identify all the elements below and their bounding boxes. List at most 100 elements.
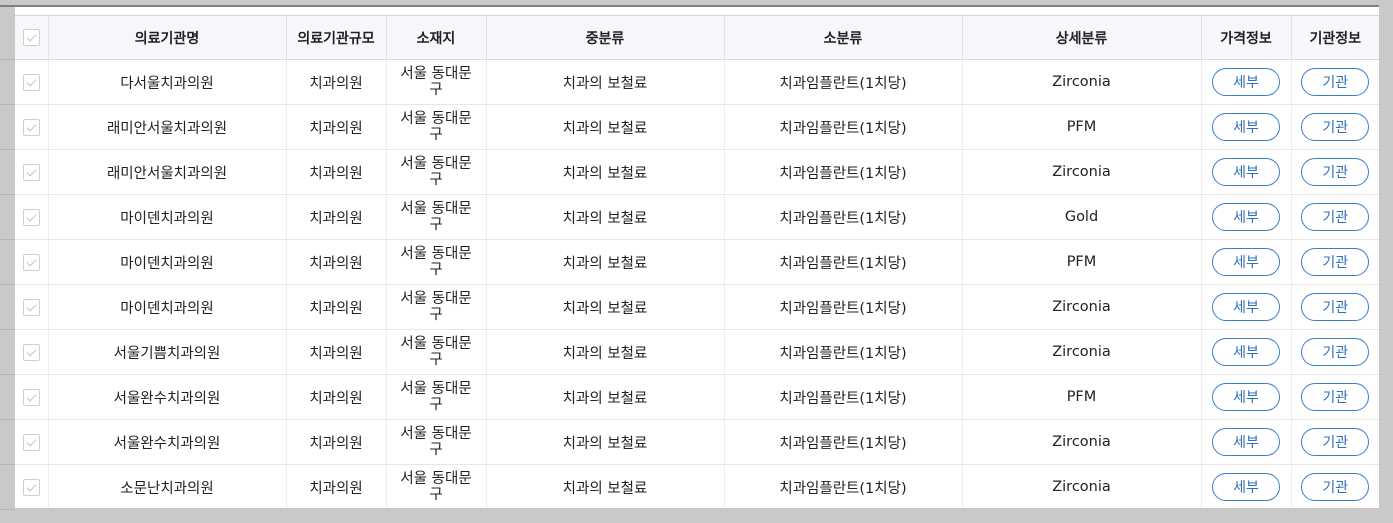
institution-info-button[interactable]: 기관 <box>1301 383 1370 411</box>
row-checkbox[interactable] <box>22 433 40 451</box>
institution-scale: 치과의원 <box>286 284 387 330</box>
table-row[interactable]: 래미안서울치과의원 치과의원 서울 동대문구 치과의 보철료 치과임플란트(1치당) PF… <box>15 104 1379 150</box>
row-select-cell[interactable] <box>15 104 49 150</box>
price-info-cell: 세부 <box>1201 149 1292 195</box>
row-checkbox[interactable] <box>22 208 40 226</box>
detail-category: Zirconia <box>962 419 1202 465</box>
row-select-cell[interactable] <box>15 59 49 105</box>
header-middle-category[interactable]: 중분류 <box>486 16 725 60</box>
row-checkbox[interactable] <box>22 478 40 496</box>
price-detail-button[interactable]: 세부 <box>1212 203 1280 231</box>
sub-category: 치과임플란트(1치당) <box>724 419 963 465</box>
header-select-all[interactable] <box>15 16 49 60</box>
row-select-cell[interactable] <box>15 239 49 285</box>
institution-scale: 치과의원 <box>286 194 387 240</box>
row-checkbox[interactable] <box>22 73 40 91</box>
location-cell: 서울 동대문구 <box>386 149 487 195</box>
gutter-separator <box>0 419 15 420</box>
institution-scale: 치과의원 <box>286 59 387 105</box>
sub-category: 치과임플란트(1치당) <box>724 104 963 150</box>
institution-name: 서울기쁨치과의원 <box>48 329 287 375</box>
price-detail-button[interactable]: 세부 <box>1212 68 1280 96</box>
table-row[interactable]: 마이덴치과의원 치과의원 서울 동대문구 치과의 보철료 치과임플란트(1치당) Zirc… <box>15 284 1379 330</box>
middle-category: 치과의 보철료 <box>486 104 725 150</box>
row-checkbox[interactable] <box>22 118 40 136</box>
institution-scale: 치과의원 <box>286 104 387 150</box>
institution-info-button[interactable]: 기관 <box>1301 248 1370 276</box>
header-sub-category[interactable]: 소분류 <box>724 16 963 60</box>
price-detail-button[interactable]: 세부 <box>1212 383 1280 411</box>
select-all-checkbox[interactable] <box>22 29 40 46</box>
row-select-cell[interactable] <box>15 419 49 465</box>
institution-info-cell: 기관 <box>1291 329 1379 375</box>
institution-info-button[interactable]: 기관 <box>1301 113 1370 141</box>
table-row[interactable]: 마이덴치과의원 치과의원 서울 동대문구 치과의 보철료 치과임플란트(1치당) Gold… <box>15 194 1379 240</box>
price-detail-button[interactable]: 세부 <box>1212 158 1280 186</box>
detail-category: Zirconia <box>962 149 1202 195</box>
row-checkbox[interactable] <box>22 298 40 316</box>
row-select-cell[interactable] <box>15 329 49 375</box>
institution-info-cell: 기관 <box>1291 194 1379 240</box>
institution-info-cell: 기관 <box>1291 419 1379 465</box>
price-detail-button[interactable]: 세부 <box>1212 248 1280 276</box>
table-row[interactable]: 서울완수치과의원 치과의원 서울 동대문구 치과의 보철료 치과임플란트(1치당) Zir… <box>15 419 1379 465</box>
table-row[interactable]: 래미안서울치과의원 치과의원 서울 동대문구 치과의 보철료 치과임플란트(1치당) Zi… <box>15 149 1379 195</box>
gutter-separator <box>0 374 15 375</box>
institution-name: 마이덴치과의원 <box>48 284 287 330</box>
row-select-cell[interactable] <box>15 464 49 508</box>
results-table: 의료기관명 의료기관규모 소재지 중분류 소분류 상세분류 가격정보 기관정보 … <box>15 16 1379 508</box>
institution-info-button[interactable]: 기관 <box>1301 68 1370 96</box>
institution-info-button[interactable]: 기관 <box>1301 158 1370 186</box>
institution-name: 래미안서울치과의원 <box>48 149 287 195</box>
row-checkbox[interactable] <box>22 388 40 406</box>
price-info-cell: 세부 <box>1201 329 1292 375</box>
location: 서울 동대문구 <box>400 111 472 143</box>
header-location[interactable]: 소재지 <box>386 16 487 60</box>
sub-category: 치과임플란트(1치당) <box>724 374 963 420</box>
institution-info-button[interactable]: 기관 <box>1301 338 1370 366</box>
institution-info-button[interactable]: 기관 <box>1301 428 1370 456</box>
detail-category: Zirconia <box>962 464 1202 508</box>
price-detail-button[interactable]: 세부 <box>1212 338 1280 366</box>
table-row[interactable]: 소문난치과의원 치과의원 서울 동대문구 치과의 보철료 치과임플란트(1치당) Zirc… <box>15 464 1379 508</box>
sub-category: 치과임플란트(1치당) <box>724 239 963 285</box>
row-select-cell[interactable] <box>15 149 49 195</box>
price-detail-button[interactable]: 세부 <box>1212 473 1280 501</box>
header-institution-name[interactable]: 의료기관명 <box>48 16 287 60</box>
table-row[interactable]: 서울완수치과의원 치과의원 서울 동대문구 치과의 보철료 치과임플란트(1치당) PFM… <box>15 374 1379 420</box>
row-select-cell[interactable] <box>15 284 49 330</box>
row-checkbox[interactable] <box>22 163 40 181</box>
table-row[interactable]: 서울기쁨치과의원 치과의원 서울 동대문구 치과의 보철료 치과임플란트(1치당) Zir… <box>15 329 1379 375</box>
location: 서울 동대문구 <box>400 156 472 188</box>
row-select-cell[interactable] <box>15 194 49 240</box>
middle-category: 치과의 보철료 <box>486 329 725 375</box>
header-institution-scale[interactable]: 의료기관규모 <box>286 16 387 60</box>
sub-category: 치과임플란트(1치당) <box>724 329 963 375</box>
header-price-info[interactable]: 가격정보 <box>1201 16 1292 60</box>
institution-scale: 치과의원 <box>286 239 387 285</box>
price-detail-button[interactable]: 세부 <box>1212 428 1280 456</box>
institution-name: 서울완수치과의원 <box>48 419 287 465</box>
price-info-cell: 세부 <box>1201 194 1292 240</box>
institution-info-button[interactable]: 기관 <box>1301 203 1370 231</box>
row-checkbox[interactable] <box>22 343 40 361</box>
row-select-cell[interactable] <box>15 374 49 420</box>
location-cell: 서울 동대문구 <box>386 374 487 420</box>
institution-info-button[interactable]: 기관 <box>1301 293 1370 321</box>
results-panel: 의료기관명 의료기관규모 소재지 중분류 소분류 상세분류 가격정보 기관정보 … <box>15 7 1379 508</box>
header-institution-info[interactable]: 기관정보 <box>1291 16 1379 60</box>
table-row[interactable]: 다서울치과의원 치과의원 서울 동대문구 치과의 보철료 치과임플란트(1치당) Zirc… <box>15 59 1379 105</box>
price-info-cell: 세부 <box>1201 464 1292 508</box>
institution-name: 마이덴치과의원 <box>48 239 287 285</box>
price-detail-button[interactable]: 세부 <box>1212 293 1280 321</box>
price-detail-button[interactable]: 세부 <box>1212 113 1280 141</box>
gutter-separator <box>0 59 15 60</box>
institution-name: 마이덴치과의원 <box>48 194 287 240</box>
institution-scale: 치과의원 <box>286 149 387 195</box>
location: 서울 동대문구 <box>400 471 472 503</box>
gutter-separator <box>0 284 15 285</box>
row-checkbox[interactable] <box>22 253 40 271</box>
institution-info-button[interactable]: 기관 <box>1301 473 1370 501</box>
table-row[interactable]: 마이덴치과의원 치과의원 서울 동대문구 치과의 보철료 치과임플란트(1치당) PFM 세… <box>15 239 1379 285</box>
header-detail-category[interactable]: 상세분류 <box>962 16 1202 60</box>
